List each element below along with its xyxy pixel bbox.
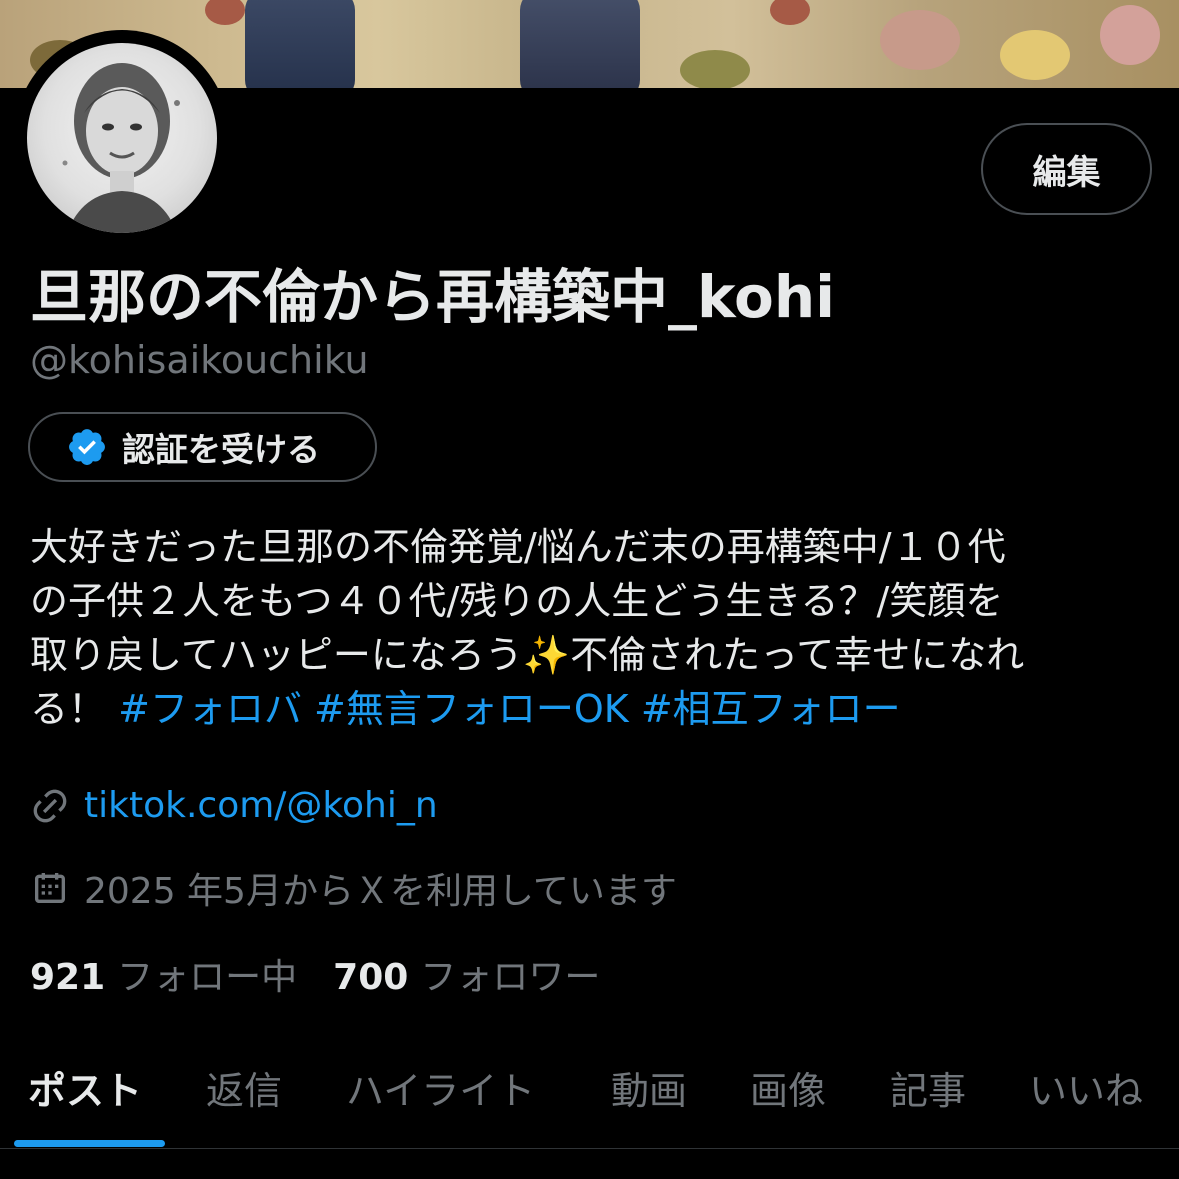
profile-bio: 大好きだった旦那の不倫発覚/悩んだ末の再構築中/１０代 の子供２人をもつ４０代/… [30,520,1155,736]
bio-line: る！ #フォロバ #無言フォローOK #相互フォロー [30,682,1155,736]
tab-articles[interactable]: 記事 [890,1060,966,1115]
banner-art-hand [205,0,245,25]
following-label: フォロー中 [117,957,298,998]
banner-art-hand [770,0,810,25]
profile-handle: @kohisaikouchiku [30,338,369,382]
banner-art-figure [245,0,355,88]
followers-label: フォロワー [420,957,601,998]
following-count: 921 [30,957,106,998]
banner-art-flower [880,10,960,70]
profile-tabs: ポスト 返信 ハイライト 動画 画像 記事 いいね [0,1040,1179,1150]
active-tab-indicator [14,1140,165,1147]
verified-badge-icon [69,429,105,465]
get-verified-button[interactable]: 認証を受ける [28,412,377,482]
tab-posts[interactable]: ポスト [28,1060,142,1115]
profile-display-name: 旦那の不倫から再構築中_kohi [30,263,836,331]
calendar-icon [35,873,65,903]
banner-art-flower [1000,30,1070,80]
profile-joined-date: 2025 年5月からＸを利用しています [30,862,677,914]
joined-text: 2025 年5月からＸを利用しています [84,871,677,912]
tab-likes[interactable]: いいね [1029,1060,1143,1115]
banner-art-flower [680,50,750,88]
tab-videos[interactable]: 動画 [611,1060,687,1115]
hashtag-link[interactable]: #フォロバ [118,687,302,731]
avatar-image [27,43,217,233]
get-verified-label: 認証を受ける [122,430,320,469]
followers-link[interactable]: 700 フォロワー [333,948,600,1000]
bio-line: 取り戻してハッピーになろう✨不倫されたって幸せになれ [30,633,1025,677]
banner-art-flower [1100,5,1160,65]
tab-photos[interactable]: 画像 [750,1060,826,1115]
tabs-divider [0,1148,1179,1149]
banner-art-figure [520,0,640,88]
hashtag-link[interactable]: #相互フォロー [641,687,901,731]
website-link[interactable]: tiktok.com/@kohi_n [84,785,438,826]
follow-stats: 921 フォロー中 700 フォロワー [30,948,600,1000]
tab-highlights[interactable]: ハイライト [346,1060,535,1115]
profile-avatar[interactable] [14,30,230,246]
bio-text: る！ [30,687,107,731]
edit-profile-button[interactable]: 編集 [981,123,1152,215]
bio-line: 大好きだった旦那の不倫発覚/悩んだ末の再構築中/１０代 [30,525,1006,569]
profile-website: tiktok.com/@kohi_n [30,785,438,826]
hashtag-link[interactable]: #無言フォローOK [314,687,629,731]
link-icon [33,789,67,822]
followers-count: 700 [333,957,409,998]
bio-line: の子供２人をもつ４０代/残りの人生どう生きる？/笑顔を [30,579,1004,623]
tab-replies[interactable]: 返信 [206,1060,282,1115]
following-link[interactable]: 921 フォロー中 [30,948,297,1000]
